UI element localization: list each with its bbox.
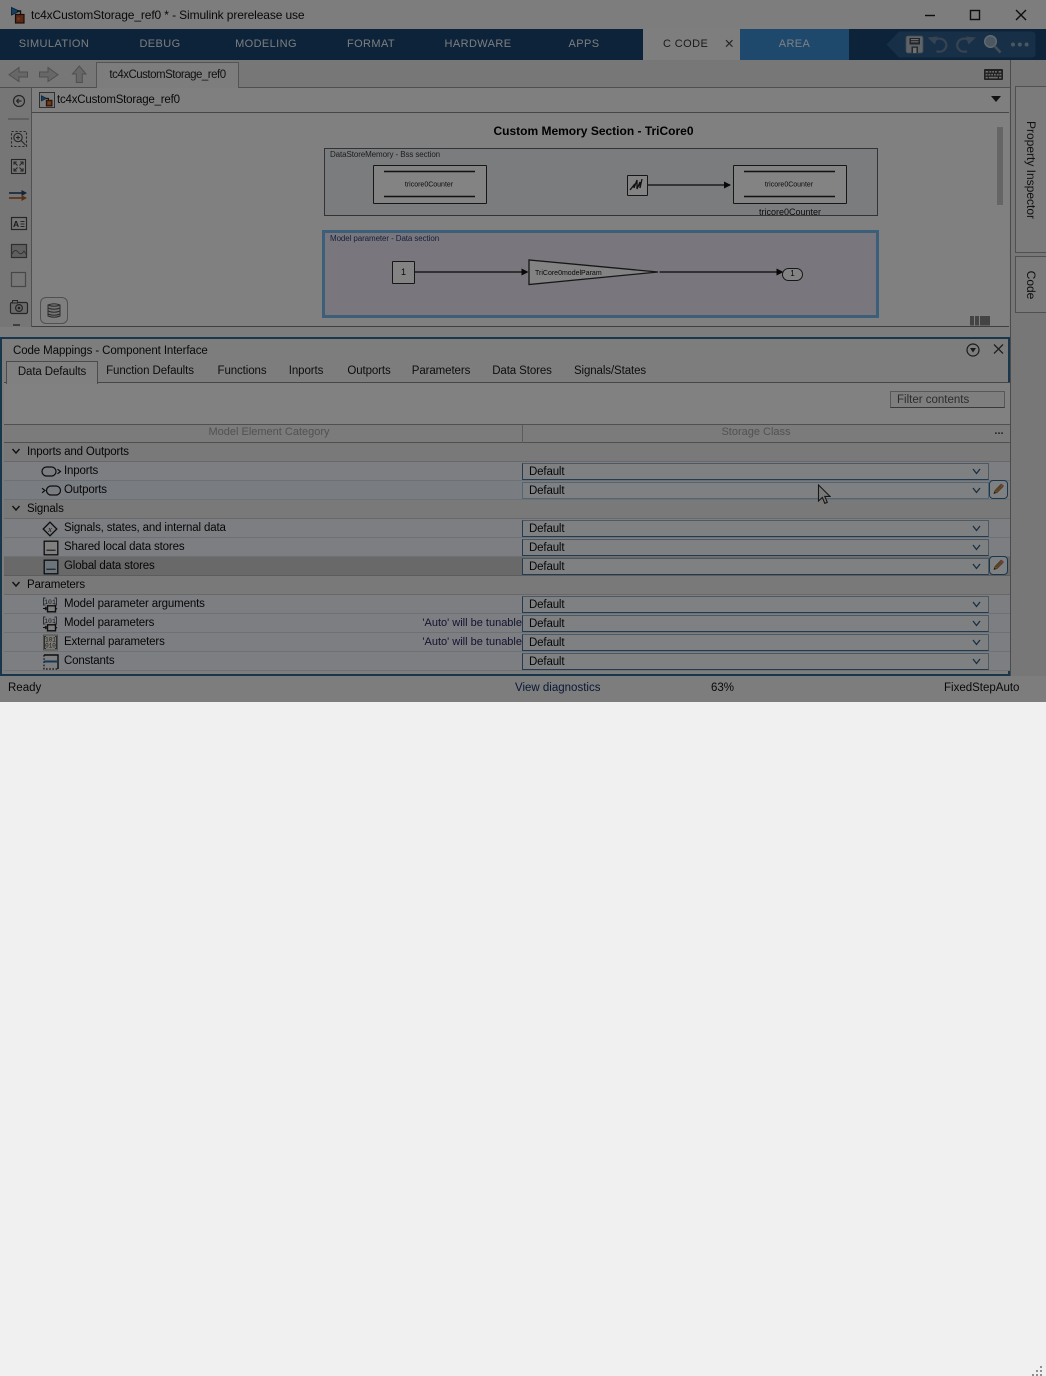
svg-text:x: x <box>47 524 52 534</box>
svg-text:101: 101 <box>44 599 56 606</box>
svg-text:tricore0Counter: tricore0Counter <box>765 182 814 189</box>
svg-text:A: A <box>13 219 19 229</box>
svg-text:010: 010 <box>45 643 56 650</box>
svg-text:101: 101 <box>44 618 56 625</box>
svg-text:TriCore0modelParam: TriCore0modelParam <box>535 270 602 277</box>
svg-text:tricore0Counter: tricore0Counter <box>405 182 454 189</box>
